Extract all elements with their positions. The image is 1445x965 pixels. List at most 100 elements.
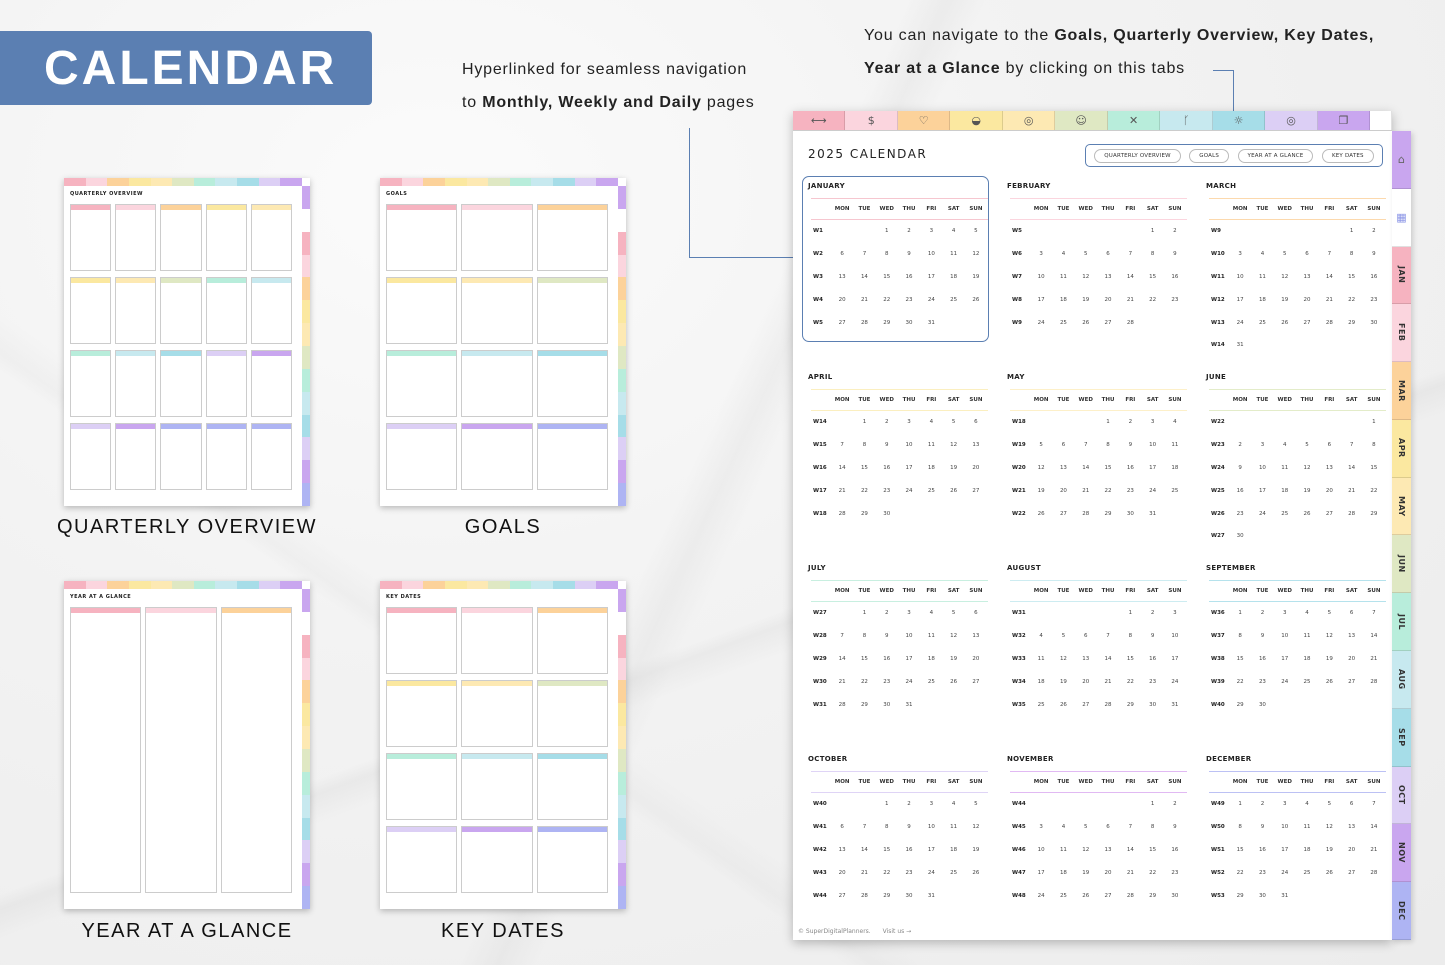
day-link[interactable]: 26 [1075, 893, 1097, 899]
day-link[interactable]: 25 [1164, 488, 1186, 494]
thumbnail-key-dates[interactable]: KEY DATES [380, 581, 626, 910]
day-link[interactable]: 19 [1075, 297, 1097, 303]
nav-quarterly-overview-button[interactable]: QUARTERLY OVERVIEW [1094, 148, 1181, 163]
day-link[interactable]: 6 [831, 824, 853, 830]
day-link[interactable]: 15 [853, 656, 875, 662]
day-link[interactable]: 17 [1164, 656, 1186, 662]
month-name[interactable]: FEBRUARY [1007, 182, 1187, 196]
day-link[interactable]: 15 [1141, 847, 1163, 853]
day-link[interactable]: 13 [831, 847, 853, 853]
day-link[interactable]: 1 [876, 801, 898, 807]
day-link[interactable]: 26 [1030, 511, 1052, 517]
week-link[interactable]: W34 [1010, 679, 1030, 685]
day-link[interactable]: 23 [1119, 488, 1141, 494]
day-link[interactable]: 21 [831, 488, 853, 494]
day-link[interactable]: 28 [853, 320, 875, 326]
day-link[interactable]: 20 [1075, 679, 1097, 685]
thumbnail-year-at-a-glance[interactable]: YEAR AT A GLANCE [64, 581, 310, 910]
week-link[interactable]: W22 [1209, 419, 1229, 425]
day-link[interactable]: 25 [920, 488, 942, 494]
week-link[interactable]: W17 [811, 488, 831, 494]
side-tab-home[interactable]: ⌂ [1392, 131, 1411, 189]
day-link[interactable]: 30 [898, 893, 920, 899]
side-tab-nov[interactable]: NOV [1392, 824, 1411, 883]
day-link[interactable]: 4 [1251, 251, 1273, 257]
day-link[interactable]: 23 [1164, 297, 1186, 303]
day-link[interactable]: 8 [1340, 251, 1362, 257]
week-link[interactable]: W39 [1209, 679, 1229, 685]
day-link[interactable]: 17 [1030, 297, 1052, 303]
day-link[interactable]: 16 [876, 465, 898, 471]
day-link[interactable]: 6 [1340, 610, 1362, 616]
top-tab-3[interactable]: ♡ [897, 111, 951, 130]
day-link[interactable]: 7 [831, 442, 853, 448]
day-link[interactable]: 29 [1229, 893, 1251, 899]
day-link[interactable]: 12 [1274, 274, 1296, 280]
month-name[interactable]: NOVEMBER [1007, 755, 1187, 769]
day-link[interactable]: 19 [965, 847, 987, 853]
day-link[interactable]: 29 [1363, 511, 1385, 517]
month-name[interactable]: JULY [808, 564, 988, 578]
side-tab-jan[interactable]: JAN [1392, 246, 1411, 305]
day-link[interactable]: 27 [1340, 870, 1362, 876]
day-link[interactable]: 23 [1363, 297, 1385, 303]
day-link[interactable]: 9 [1251, 824, 1273, 830]
top-tab-10[interactable]: ◎ [1265, 111, 1318, 130]
day-link[interactable]: 29 [1141, 893, 1163, 899]
day-link[interactable]: 27 [965, 679, 987, 685]
day-link[interactable]: 10 [920, 824, 942, 830]
day-link[interactable]: 21 [1318, 297, 1340, 303]
day-link[interactable]: 26 [1318, 679, 1340, 685]
day-link[interactable]: 12 [942, 633, 964, 639]
day-link[interactable]: 31 [1229, 342, 1251, 348]
week-link[interactable]: W38 [1209, 656, 1229, 662]
day-link[interactable]: 27 [831, 893, 853, 899]
week-link[interactable]: W8 [1010, 297, 1030, 303]
day-link[interactable]: 9 [1141, 633, 1163, 639]
day-link[interactable]: 25 [942, 297, 964, 303]
week-link[interactable]: W41 [811, 824, 831, 830]
day-link[interactable]: 21 [1340, 488, 1362, 494]
day-link[interactable]: 27 [831, 320, 853, 326]
day-link[interactable]: 18 [1164, 465, 1186, 471]
day-link[interactable]: 3 [1141, 419, 1163, 425]
day-link[interactable]: 4 [942, 801, 964, 807]
day-link[interactable]: 5 [1075, 824, 1097, 830]
day-link[interactable]: 3 [1030, 824, 1052, 830]
day-link[interactable]: 24 [898, 679, 920, 685]
day-link[interactable]: 18 [920, 465, 942, 471]
day-link[interactable]: 5 [1075, 251, 1097, 257]
day-link[interactable]: 1 [1229, 610, 1251, 616]
day-link[interactable]: 17 [1030, 870, 1052, 876]
day-link[interactable]: 10 [1229, 274, 1251, 280]
day-link[interactable]: 26 [1296, 511, 1318, 517]
day-link[interactable]: 1 [1119, 610, 1141, 616]
week-link[interactable]: W1 [811, 228, 831, 234]
day-link[interactable]: 23 [898, 870, 920, 876]
week-link[interactable]: W4 [811, 297, 831, 303]
day-link[interactable]: 18 [942, 274, 964, 280]
week-link[interactable]: W22 [1010, 511, 1030, 517]
side-tab-calendar[interactable]: ▦ [1392, 188, 1411, 247]
week-link[interactable]: W2 [811, 251, 831, 257]
day-link[interactable]: 14 [1318, 274, 1340, 280]
day-link[interactable]: 12 [1052, 656, 1074, 662]
day-link[interactable]: 20 [1052, 488, 1074, 494]
day-link[interactable]: 16 [1363, 274, 1385, 280]
day-link[interactable]: 10 [1141, 442, 1163, 448]
day-link[interactable]: 27 [1296, 320, 1318, 326]
week-link[interactable]: W33 [1010, 656, 1030, 662]
day-link[interactable]: 7 [1119, 824, 1141, 830]
day-link[interactable]: 27 [1075, 702, 1097, 708]
day-link[interactable]: 8 [853, 442, 875, 448]
day-link[interactable]: 1 [1097, 419, 1119, 425]
day-link[interactable]: 27 [1340, 679, 1362, 685]
month-name[interactable]: JUNE [1206, 373, 1386, 387]
day-link[interactable]: 5 [1052, 633, 1074, 639]
day-link[interactable]: 19 [1274, 297, 1296, 303]
day-link[interactable]: 11 [1164, 442, 1186, 448]
day-link[interactable]: 22 [876, 870, 898, 876]
day-link[interactable]: 22 [1340, 297, 1362, 303]
week-link[interactable]: W12 [1209, 297, 1229, 303]
day-link[interactable]: 8 [1229, 824, 1251, 830]
